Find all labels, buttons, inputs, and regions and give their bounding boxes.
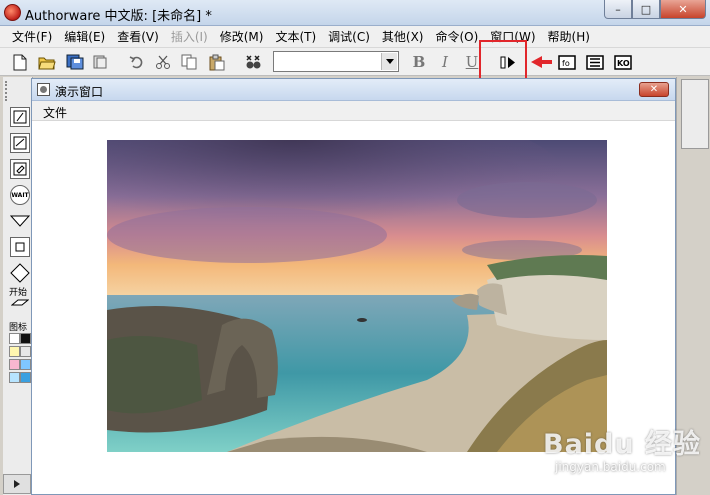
motion-icon[interactable] <box>10 133 30 153</box>
save-all-button[interactable] <box>64 52 86 72</box>
open-folder-icon <box>38 57 56 69</box>
menu-help[interactable]: 帮助(H) <box>542 28 596 45</box>
undo-icon <box>129 56 143 69</box>
presentation-close-button[interactable]: ✕ <box>639 82 669 97</box>
wait-icon[interactable]: WAIT <box>10 185 30 205</box>
photo-artwork <box>107 140 607 452</box>
coastal-sunset-photo[interactable] <box>107 140 607 452</box>
color-swatch[interactable] <box>20 372 31 383</box>
color-swatch[interactable] <box>20 346 31 357</box>
erase-glyph-icon <box>13 162 27 176</box>
highlight-annotation-box <box>479 40 527 82</box>
font-select[interactable] <box>273 51 399 72</box>
navigate-glyph-icon <box>10 215 30 227</box>
function-window-icon: fo <box>558 54 576 70</box>
cut-button[interactable] <box>152 52 174 72</box>
palette-expand-button[interactable] <box>3 474 31 494</box>
window-controls: – □ ✕ <box>604 0 706 20</box>
presentation-title-bar[interactable]: 演示窗口 ✕ <box>32 79 675 101</box>
chevron-right-icon <box>14 480 20 488</box>
menu-view[interactable]: 查看(V) <box>111 28 165 45</box>
maximize-button[interactable]: □ <box>632 0 660 19</box>
chevron-down-icon <box>385 59 394 64</box>
menu-other[interactable]: 其他(X) <box>376 28 430 45</box>
close-button[interactable]: ✕ <box>660 0 706 19</box>
copy-icon <box>181 54 197 70</box>
control-panel-arrow <box>530 52 552 72</box>
menu-text[interactable]: 文本(T) <box>269 28 322 45</box>
variables-window-button[interactable] <box>584 52 606 72</box>
presentation-menu-bar: 文件 <box>32 101 675 121</box>
svg-text:fo: fo <box>562 59 570 68</box>
menu-edit[interactable]: 编辑(E) <box>58 28 111 45</box>
menu-modify[interactable]: 修改(M) <box>214 28 270 45</box>
menu-insert[interactable]: 插入(I) <box>165 28 214 45</box>
display-glyph-icon <box>13 110 27 124</box>
navigate-icon[interactable] <box>10 211 30 231</box>
red-arrow-annotation-icon <box>531 56 552 68</box>
color-swatch[interactable] <box>9 372 20 383</box>
baidu-watermark-logo: Baidu 经验 jingyan.baidu.com <box>525 420 705 490</box>
scissors-icon <box>156 55 170 69</box>
start-flag-icon[interactable] <box>10 297 30 313</box>
presentation-window-icon <box>37 83 50 96</box>
paste-button[interactable] <box>206 52 228 72</box>
import-button[interactable] <box>89 52 111 72</box>
decision-icon[interactable] <box>10 263 30 283</box>
presentation-title: 演示窗口 <box>55 85 104 99</box>
watermark-main: Baidu 经验 <box>543 429 702 460</box>
title-bar: Authorware 中文版: [未命名] * – □ ✕ <box>0 0 710 26</box>
color-swatch[interactable] <box>20 359 31 370</box>
wait-icon-label: WAIT <box>11 191 29 199</box>
menu-commands[interactable]: 命令(O) <box>429 28 484 45</box>
new-file-icon <box>13 54 27 70</box>
font-dropdown-button[interactable] <box>381 53 397 70</box>
color-swatch[interactable] <box>9 359 20 370</box>
copy-button[interactable] <box>178 52 200 72</box>
binoculars-icon <box>246 55 261 69</box>
icon-color-label: 图标 <box>9 323 28 333</box>
import-icon <box>93 55 107 69</box>
paste-icon <box>209 54 225 70</box>
palette-grip[interactable] <box>5 81 11 101</box>
svg-text:KO: KO <box>617 59 630 68</box>
menu-bar: 文件(F) 编辑(E) 查看(V) 插入(I) 修改(M) 文本(T) 调试(C… <box>0 26 710 47</box>
flag-glyph-icon <box>11 299 29 306</box>
new-file-button[interactable] <box>9 52 31 72</box>
toolbar: B I U fo KO <box>0 47 710 76</box>
color-swatch[interactable] <box>9 346 20 357</box>
open-file-button[interactable] <box>36 52 58 72</box>
display-icon[interactable] <box>10 107 30 127</box>
icon-palette: WAIT 开始 图标 <box>3 77 33 495</box>
menu-file[interactable]: 文件(F) <box>6 28 58 45</box>
knowledge-objects-button[interactable]: KO <box>612 52 634 72</box>
color-swatch[interactable] <box>20 333 31 344</box>
framework-glyph-icon <box>15 242 25 252</box>
undo-button[interactable] <box>126 52 148 72</box>
function-window-button[interactable]: fo <box>556 52 578 72</box>
framework-icon[interactable] <box>10 237 30 257</box>
menu-debug[interactable]: 调试(C) <box>322 28 376 45</box>
background-panel <box>681 79 709 149</box>
authorware-app-icon[interactable] <box>4 4 21 21</box>
watermark-sub: jingyan.baidu.com <box>555 460 666 474</box>
bold-button[interactable]: B <box>408 52 430 72</box>
italic-button[interactable]: I <box>434 52 456 72</box>
erase-icon[interactable] <box>10 159 30 179</box>
variables-list-icon <box>586 54 604 70</box>
window-title: Authorware 中文版: [未命名] * <box>25 9 212 24</box>
minimize-button[interactable]: – <box>604 0 632 19</box>
find-button[interactable] <box>242 52 264 72</box>
presentation-menu-file[interactable]: 文件 <box>43 104 67 121</box>
motion-glyph-icon <box>13 136 27 150</box>
save-all-icon <box>66 54 84 70</box>
decision-diamond-icon <box>10 263 30 283</box>
knowledge-objects-icon: KO <box>614 54 632 70</box>
color-swatch[interactable] <box>9 333 20 344</box>
